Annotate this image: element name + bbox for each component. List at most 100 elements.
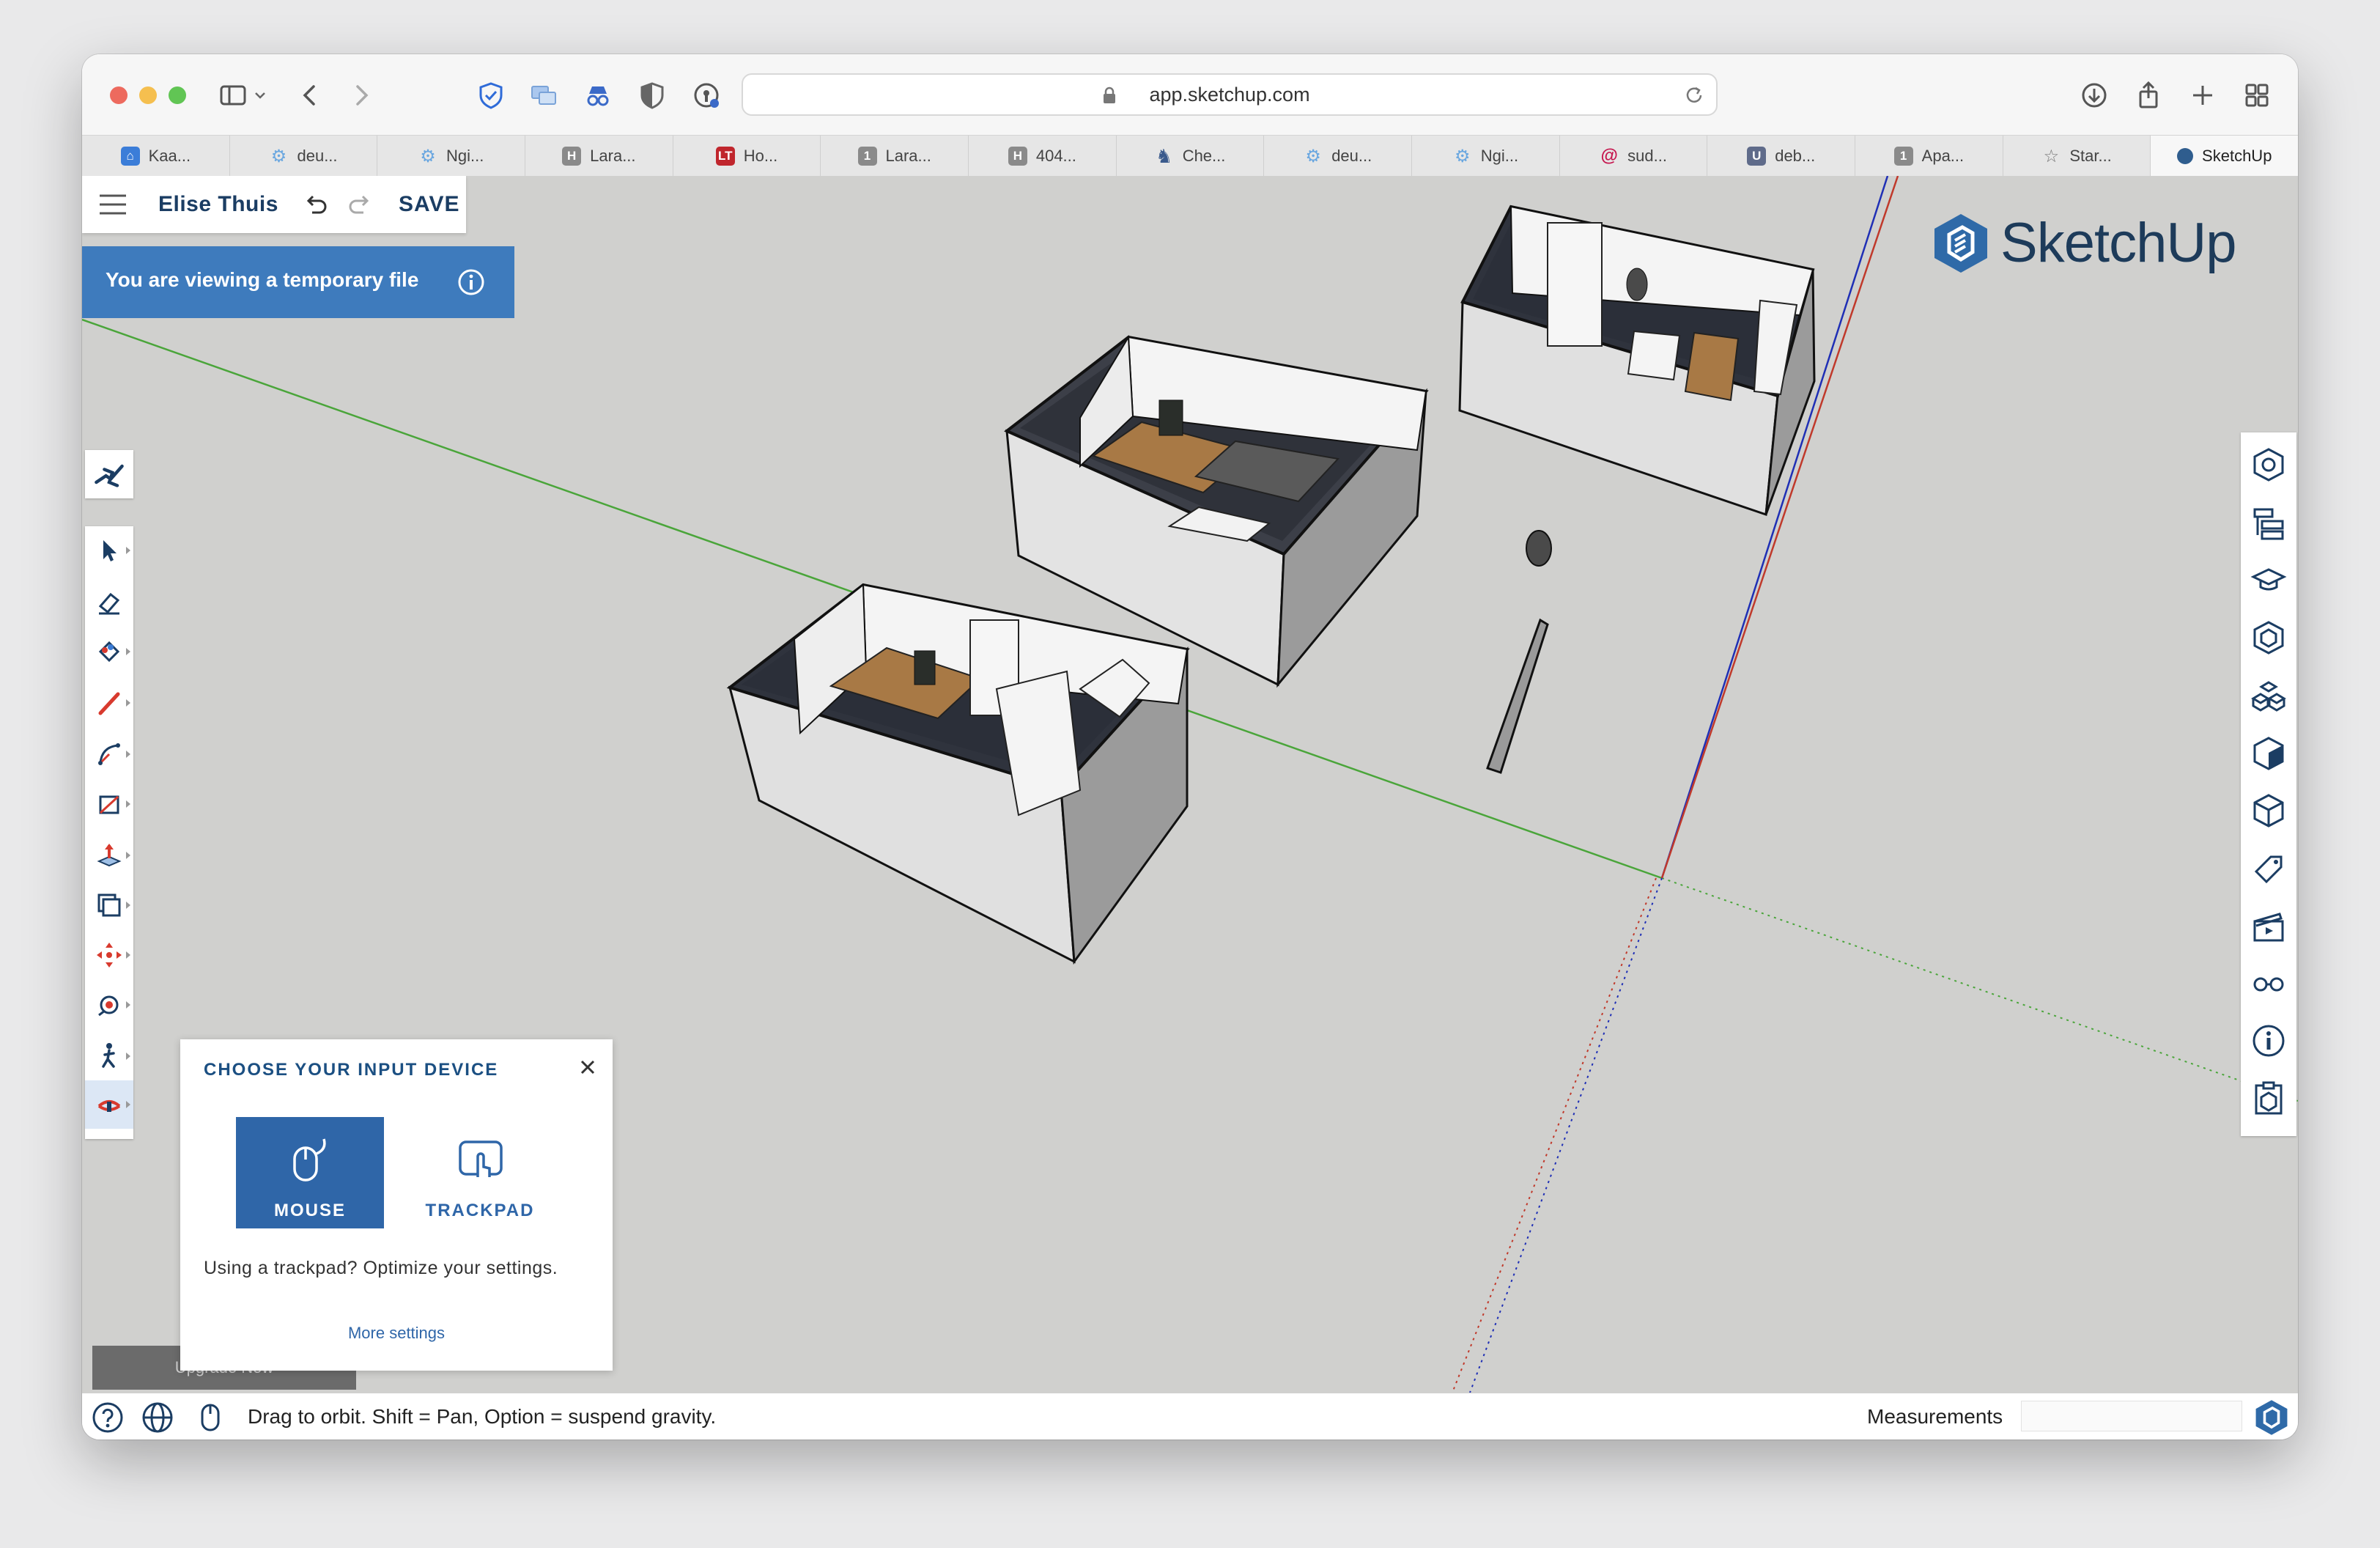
push-pull-tool[interactable] [85,831,133,880]
glasses-icon [2253,977,2284,992]
ul-icon: U [1747,147,1767,166]
scenes-tool-button[interactable] [85,450,133,498]
style-cube-icon [2253,737,2284,770]
minimize-window-button[interactable] [139,86,157,104]
browser-tab[interactable]: 1 Lara... [821,136,969,177]
move-arrows-icon [97,943,122,968]
browser-window: app.sketchup.com ⌂ Kaa... ⚙ deu... ⚙ Ngi... H L… [82,54,2298,1440]
clipboard-cube-icon [2255,1081,2283,1115]
browser-tab[interactable]: LT Ho... [673,136,821,177]
walk-figure-icon [102,1043,115,1068]
kaa-house-icon: ⌂ [120,147,140,166]
measurements-input[interactable] [2021,1401,2242,1431]
rectangle-tool[interactable] [85,780,133,828]
select-tool[interactable] [85,526,133,575]
globe-icon[interactable] [141,1401,174,1434]
close-window-button[interactable] [110,86,128,104]
gear-icon: ⚙ [270,146,287,166]
views-panel-button[interactable] [2241,781,2296,840]
mouse-option-button[interactable]: MOUSE [236,1117,384,1228]
browser-tab-label: deu... [297,147,338,165]
sketchup-logo: SketchUp [1932,211,2236,275]
close-icon[interactable] [576,1055,599,1079]
entity-info-panel-button[interactable] [2241,435,2296,494]
help-icon[interactable] [91,1401,125,1434]
screens-icon[interactable] [523,75,564,116]
password-manager-icon[interactable] [686,75,727,116]
browser-tab[interactable]: H 404... [969,136,1117,177]
rectangle-icon [99,795,119,814]
redo-icon[interactable] [346,191,375,220]
eraser-tool[interactable] [85,578,133,626]
arc-tool[interactable] [85,730,133,778]
tags-panel-button[interactable] [2241,840,2296,899]
room-right [1458,204,1816,517]
browser-tab[interactable]: ⚙ Ngi... [377,136,526,177]
push-pull-icon [97,844,122,867]
browser-tab[interactable]: ⚙ Ngi... [1412,136,1560,177]
share-icon[interactable] [2128,75,2169,116]
new-tab-icon[interactable] [2182,75,2223,116]
browser-tab[interactable]: @ sud... [1560,136,1708,177]
zoom-window-button[interactable] [169,86,186,104]
browser-tab-label: 404... [1035,147,1076,165]
instructor-panel-button[interactable] [2241,551,2296,610]
browser-tab[interactable]: ⚙ deu... [1264,136,1413,177]
incognito-icon[interactable] [577,75,618,116]
styles-panel-button[interactable] [2241,724,2296,783]
user-name[interactable]: Elise Thuis [158,192,278,217]
browser-tab[interactable]: H Lara... [525,136,673,177]
solid-inspector-panel-button[interactable] [2241,1069,2296,1127]
save-button[interactable]: SAVE [399,192,459,217]
sketchup-app: Elise Thuis SAVE You are viewing a tempo… [82,176,2298,1440]
outliner-panel-button[interactable] [2241,494,2296,553]
menu-icon[interactable] [98,192,128,217]
chevron-down-icon[interactable] [249,75,271,116]
browser-tab[interactable]: ☆ Star... [2003,136,2151,177]
display-panel-button[interactable] [2241,954,2296,1013]
address-bar[interactable]: app.sketchup.com [742,73,1718,116]
url-text: app.sketchup.com [1149,84,1310,106]
browser-tab[interactable]: ⚙ deu... [230,136,378,177]
gear-icon: ⚙ [1305,146,1321,166]
walk-tool[interactable] [85,1032,133,1080]
browser-tab[interactable]: SketchUp [2151,136,2298,177]
scenes-panel-button[interactable] [2241,897,2296,956]
shield-check-icon[interactable] [470,75,511,116]
gear-icon: ⚙ [420,146,436,166]
trackpad-option-label: TRACKPAD [425,1201,535,1220]
loose-panel [1486,618,1549,774]
materials-panel-button[interactable] [2241,667,2296,726]
model-info-panel-button[interactable] [2241,1011,2296,1070]
pencil-tool[interactable] [85,679,133,727]
components-panel-button[interactable] [2241,608,2296,667]
browser-tab[interactable]: ⌂ Kaa... [82,136,230,177]
orbit-figure-icon [95,464,124,487]
paint-bucket-icon [98,641,120,663]
trackpad-option-button[interactable]: TRACKPAD [406,1117,554,1228]
h-icon: H [562,147,582,166]
file-toolbar: Elise Thuis SAVE [82,176,466,233]
info-icon[interactable] [457,268,485,296]
forward-icon[interactable] [340,75,381,116]
browser-tab[interactable]: ♞ Che... [1117,136,1265,177]
paint-bucket-tool[interactable] [85,627,133,676]
mouse-status-icon[interactable] [193,1401,227,1434]
reload-icon[interactable] [1682,84,1706,107]
move-tool[interactable] [85,931,133,979]
tab-overview-icon[interactable] [2236,75,2277,116]
offset-tool[interactable] [85,881,133,929]
back-icon[interactable] [290,75,331,116]
undo-icon[interactable] [300,191,330,220]
orbit-tool[interactable] [85,1080,133,1129]
component-hex-icon [2253,621,2284,655]
browser-tab[interactable]: Udeb... [1707,136,1856,177]
browser-tab[interactable]: 1 Apa... [1855,136,2003,177]
more-settings-link[interactable]: More settings [180,1324,613,1343]
half-shield-icon[interactable] [632,75,673,116]
tag-icon [2254,855,2283,884]
tape-measure-tool[interactable] [85,981,133,1029]
sidebar-toggle-icon[interactable] [212,75,254,116]
browser-tab-label: deb... [1775,147,1816,165]
downloads-icon[interactable] [2074,75,2115,116]
